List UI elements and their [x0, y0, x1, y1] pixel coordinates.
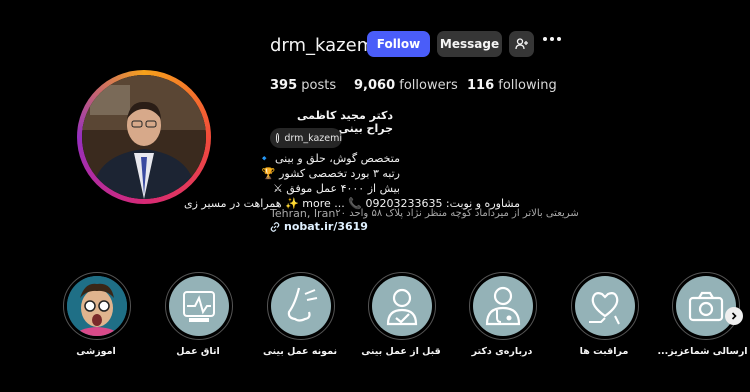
highlight-label: نمونه عمل بینی: [262, 346, 338, 357]
followers-label: followers: [399, 78, 458, 93]
username: drm_kazemi: [270, 35, 380, 56]
doctor-icon: [485, 286, 521, 326]
threads-icon: [276, 133, 280, 143]
bio-line: بیش از ۴۰۰۰ عمل موفق ⚔: [272, 182, 400, 195]
nose-shape-icon: [287, 287, 318, 322]
profile-avatar-ring[interactable]: [77, 70, 211, 204]
bio-address-row: Tehran, Iran شریعتی بالاتر از میرداماد ک…: [270, 206, 579, 221]
highlights-next-button[interactable]: [725, 307, 743, 325]
operating-room-icon: [183, 291, 215, 322]
patient-icon: [386, 288, 418, 326]
highlight-item[interactable]: [368, 272, 436, 340]
add-user-icon: [514, 38, 528, 50]
following-label: following: [498, 78, 557, 93]
person-face-photo: [67, 276, 127, 336]
posts-stat: 395 posts: [270, 78, 336, 93]
follow-button[interactable]: Follow: [367, 31, 430, 57]
following-stat[interactable]: 116 following: [467, 78, 557, 93]
followers-stat[interactable]: 9,060 followers: [354, 78, 458, 93]
following-count: 116: [467, 78, 495, 93]
highlight-item[interactable]: [469, 272, 537, 340]
chevron-right-icon: [731, 312, 737, 320]
add-user-button[interactable]: [509, 31, 534, 57]
posts-count: 395: [270, 78, 298, 93]
link-text: nobat.ir/3619: [284, 220, 368, 233]
followers-count: 9,060: [354, 78, 396, 93]
more-options-icon[interactable]: [543, 37, 561, 41]
threads-badge[interactable]: drm_kazemi: [270, 128, 342, 148]
message-button[interactable]: Message: [437, 31, 502, 57]
highlight-item[interactable]: [672, 272, 740, 340]
highlight-item[interactable]: [267, 272, 335, 340]
highlight-item[interactable]: [63, 272, 131, 340]
highlight-label: قبل از عمل بینی: [361, 346, 441, 357]
bio-line: رتبه ۳ بورد تخصصی کشور 🏆: [261, 167, 400, 180]
bio-line: متخصص گوش، حلق و بینی 🔹: [257, 152, 400, 165]
threads-handle: drm_kazemi: [284, 132, 342, 144]
highlight-item[interactable]: [165, 272, 233, 340]
highlight-item[interactable]: [571, 272, 639, 340]
posts-label: posts: [301, 78, 337, 93]
bio-link[interactable]: nobat.ir/3619: [270, 220, 368, 233]
bio-location: Tehran, Iran: [270, 207, 336, 220]
highlight-label: مراقبت ها: [579, 346, 629, 357]
bio-address: شریعتی بالاتر از میرداماد کوچه منظر نژاد…: [335, 208, 579, 219]
highlight-label: آموزشی: [76, 346, 116, 357]
highlight-label: درباره‌ی دکتر: [471, 346, 533, 357]
link-icon: [270, 221, 280, 232]
highlight-label: ارسالی شماعزیز...: [657, 346, 748, 357]
highlight-label: اتاق عمل: [176, 346, 220, 357]
care-icon: [589, 292, 620, 325]
camera-icon: [688, 291, 724, 322]
avatar[interactable]: [82, 75, 206, 199]
